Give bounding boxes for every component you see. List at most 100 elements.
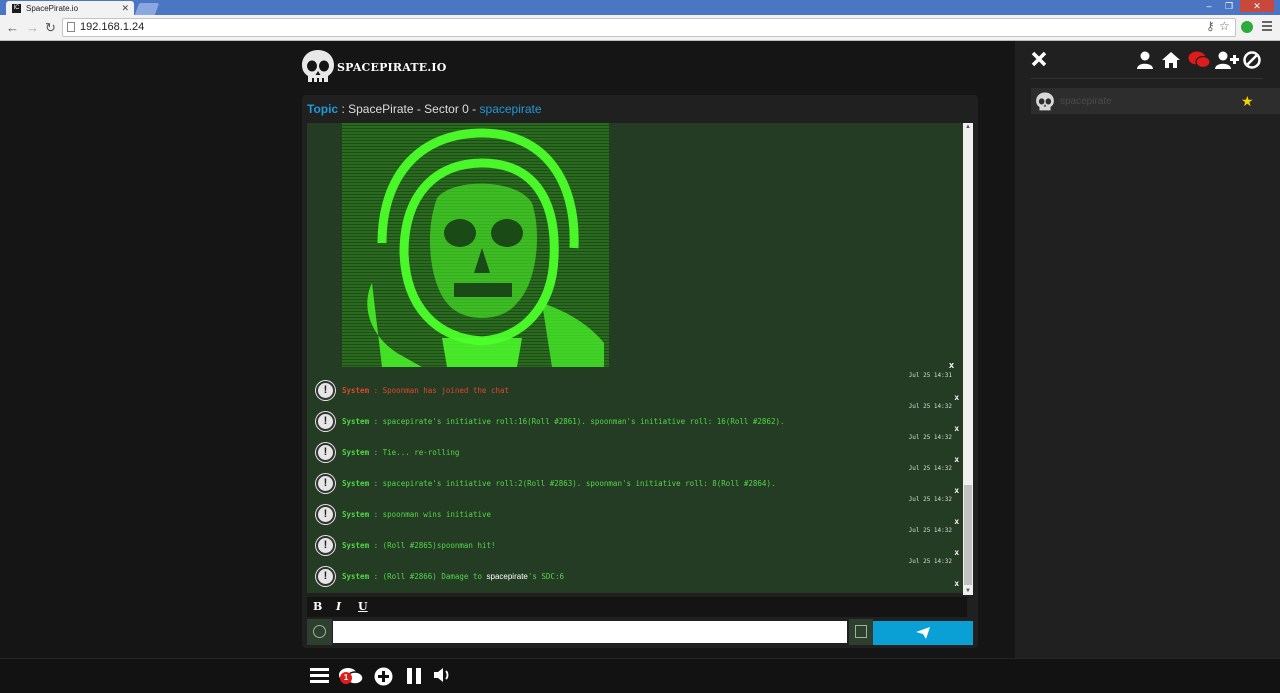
system-alert-icon bbox=[316, 443, 335, 462]
message-sender: System bbox=[342, 572, 370, 581]
message-sender: System bbox=[342, 510, 370, 519]
sidebar-divider bbox=[1031, 78, 1263, 79]
extension-icon[interactable] bbox=[1241, 21, 1253, 33]
favorite-star-icon[interactable]: ★ bbox=[1241, 93, 1254, 110]
notification-badge: 1 bbox=[340, 672, 352, 684]
emoji-button[interactable] bbox=[307, 619, 332, 645]
message-time: Jul 25 14:32 bbox=[908, 558, 952, 565]
formatting-toolbar: B I U bbox=[307, 597, 967, 617]
message-text: System : Tie... re-rolling bbox=[342, 448, 459, 457]
close-tab-icon[interactable]: ✕ bbox=[121, 3, 129, 14]
chat-message: Jul 25 14:31 System : Spoonman has joine… bbox=[307, 372, 967, 409]
system-alert-icon bbox=[316, 567, 335, 586]
message-input[interactable] bbox=[333, 621, 847, 643]
delete-message-button[interactable]: x bbox=[955, 455, 959, 464]
forward-icon[interactable]: → bbox=[26, 20, 39, 35]
topic-line: Topic : SpacePirate - Sector 0 - spacepi… bbox=[307, 102, 542, 116]
system-alert-icon bbox=[316, 412, 335, 431]
message-body: : spoonman wins initiative bbox=[369, 510, 492, 519]
bold-button[interactable]: B bbox=[313, 600, 322, 613]
system-alert-icon bbox=[316, 505, 335, 524]
volume-icon[interactable] bbox=[433, 667, 451, 683]
smiley-icon bbox=[313, 625, 326, 638]
add-user-icon[interactable] bbox=[1215, 51, 1239, 69]
block-icon[interactable] bbox=[1243, 51, 1261, 69]
message-body-end: 's SDC:6 bbox=[527, 572, 564, 581]
delete-message-button[interactable]: x bbox=[955, 517, 959, 526]
scroll-thumb[interactable] bbox=[964, 485, 972, 585]
chat-message: Jul 25 14:32 System : (Roll #2865)spoonm… bbox=[307, 527, 967, 564]
chat-message: Jul 25 14:32 System : (Roll #2866) Damag… bbox=[307, 558, 967, 593]
message-body: : spacepirate's initiative roll:16(Roll … bbox=[369, 417, 785, 426]
minimize-icon[interactable]: – bbox=[1200, 0, 1218, 12]
delete-message-button[interactable]: x bbox=[955, 548, 959, 557]
system-alert-icon bbox=[316, 474, 335, 493]
message-highlight-user: spacepirate bbox=[486, 572, 528, 581]
bookmark-star-icon[interactable]: ☆ bbox=[1219, 19, 1230, 33]
italic-button[interactable]: I bbox=[336, 600, 341, 613]
hamburger-menu-icon[interactable] bbox=[310, 667, 329, 683]
back-icon[interactable]: ← bbox=[6, 20, 19, 35]
user-avatar bbox=[1036, 92, 1054, 111]
paper-plane-icon bbox=[916, 627, 930, 639]
image-upload-button[interactable] bbox=[849, 619, 873, 645]
favicon-icon: IC bbox=[12, 4, 21, 13]
home-icon[interactable] bbox=[1161, 51, 1181, 69]
key-icon[interactable]: ⚷ bbox=[1206, 19, 1215, 33]
delete-message-button[interactable]: x bbox=[955, 424, 959, 433]
scroll-up-icon[interactable]: ▲ bbox=[964, 124, 972, 130]
message-time: Jul 25 14:32 bbox=[908, 496, 952, 503]
astronaut-skull-art bbox=[367, 128, 604, 367]
chat-message: Jul 25 14:32 System : Tie... re-rolling … bbox=[307, 434, 967, 471]
message-sender: System bbox=[342, 448, 370, 457]
chat-message: Jul 25 14:32 System : spacepirate's init… bbox=[307, 465, 967, 502]
delete-message-button[interactable]: x bbox=[955, 393, 959, 402]
chat-message: Jul 25 14:32 System : spacepirate's init… bbox=[307, 403, 967, 440]
message-time: Jul 25 14:32 bbox=[908, 527, 952, 534]
close-sidebar-icon[interactable] bbox=[1031, 51, 1047, 67]
add-circle-icon[interactable] bbox=[374, 667, 393, 686]
message-time: Jul 25 14:31 bbox=[908, 372, 952, 379]
right-sidebar: spacepirate ★ bbox=[1015, 41, 1280, 658]
message-text: System : (Roll #2866) Damage to spacepir… bbox=[342, 572, 564, 581]
message-text: System : (Roll #2865)spoonman hit! bbox=[342, 541, 496, 550]
reload-icon[interactable]: ↻ bbox=[45, 20, 56, 36]
url-text: 192.168.1.24 bbox=[80, 21, 145, 33]
underline-button[interactable]: U bbox=[358, 600, 368, 613]
browser-tab[interactable]: IC SpacePirate.io ✕ bbox=[6, 1, 134, 15]
skull-logo-icon bbox=[302, 50, 334, 82]
delete-message-button[interactable]: x bbox=[955, 579, 959, 588]
message-sender: System bbox=[342, 417, 370, 426]
new-tab-button[interactable] bbox=[134, 3, 160, 15]
app-logo: SPACEPIRATE.IO bbox=[301, 49, 446, 85]
browser-menu-icon[interactable] bbox=[1262, 19, 1272, 33]
delete-message-button[interactable]: x bbox=[955, 486, 959, 495]
message-text: System : spacepirate's initiative roll:1… bbox=[342, 417, 785, 426]
topic-owner[interactable]: spacepirate bbox=[480, 102, 542, 116]
pause-icon[interactable] bbox=[406, 667, 422, 685]
user-name: spacepirate bbox=[1060, 96, 1112, 107]
scroll-down-icon[interactable]: ▼ bbox=[964, 588, 972, 594]
message-time: Jul 25 14:32 bbox=[908, 465, 952, 472]
message-sender: System bbox=[342, 541, 370, 550]
chat-scrollbar[interactable]: ▲ ▼ bbox=[963, 123, 973, 595]
message-text: System : spacepirate's initiative roll:2… bbox=[342, 479, 775, 488]
image-icon bbox=[855, 625, 867, 638]
chat-messages[interactable]: x Jul 25 14:31 System : Spoonman has joi… bbox=[307, 123, 967, 593]
chat-active-icon[interactable] bbox=[1188, 51, 1210, 69]
message-time: Jul 25 14:32 bbox=[908, 434, 952, 441]
send-button[interactable] bbox=[873, 621, 973, 645]
user-profile-icon[interactable] bbox=[1137, 51, 1153, 69]
remove-image-button[interactable]: x bbox=[949, 360, 954, 370]
url-field[interactable]: 192.168.1.24 bbox=[62, 18, 1236, 37]
topic-separator: : bbox=[338, 102, 349, 116]
user-list-item[interactable]: spacepirate ★ bbox=[1031, 88, 1280, 114]
message-input-row bbox=[307, 619, 973, 645]
message-body: : (Roll #2866) Damage to bbox=[369, 572, 487, 581]
maximize-icon[interactable]: ❐ bbox=[1220, 0, 1238, 12]
window-close-icon[interactable]: ✕ bbox=[1240, 0, 1274, 12]
topic-name: SpacePirate - Sector 0 - bbox=[348, 102, 480, 116]
app-page: SPACEPIRATE.IO Topic : SpacePirate - Sec… bbox=[0, 41, 1280, 693]
ascii-art-image bbox=[342, 123, 609, 367]
bottom-toolbar: 1 bbox=[0, 658, 1280, 693]
